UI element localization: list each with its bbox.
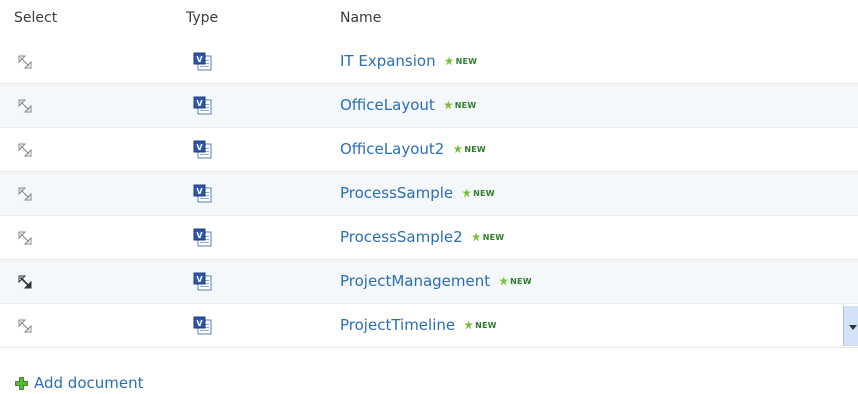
new-star-icon [444, 56, 454, 66]
table-row[interactable]: V ProcessSample2 NEW [0, 216, 858, 260]
document-list: V IT Expansion NEW V OfficeLayout NEW V Of… [0, 40, 858, 348]
new-badge-text: NEW [510, 276, 532, 286]
add-document-link[interactable]: Add document [15, 374, 144, 392]
table-row[interactable]: V OfficeLayout NEW [0, 84, 858, 128]
dropdown-arrow-icon [849, 325, 857, 330]
new-badge: NEW [464, 320, 497, 330]
table-row[interactable]: V ProcessSample NEW [0, 172, 858, 216]
document-name: OfficeLayout2 [340, 140, 445, 158]
document-name-link[interactable]: IT Expansion NEW [340, 52, 477, 70]
visio-document-icon[interactable]: V [193, 140, 212, 159]
new-badge: NEW [499, 276, 532, 286]
document-name: ProjectTimeline [340, 316, 456, 334]
new-star-icon [471, 232, 481, 242]
table-row[interactable]: V ProjectManagement NEW [0, 260, 858, 304]
document-name-link[interactable]: ProcessSample NEW [340, 184, 495, 202]
document-name-link[interactable]: OfficeLayout NEW [340, 96, 476, 114]
document-name: ProcessSample2 [340, 228, 463, 246]
new-badge: NEW [453, 144, 486, 154]
select-checkbox-icon[interactable] [18, 319, 32, 333]
visio-document-icon[interactable]: V [193, 272, 212, 291]
new-badge-text: NEW [473, 188, 495, 198]
visio-document-icon[interactable]: V [193, 96, 212, 115]
new-star-icon [462, 188, 472, 198]
document-name-link[interactable]: OfficeLayout2 NEW [340, 140, 486, 158]
svg-text:V: V [196, 143, 203, 152]
svg-text:V: V [196, 99, 203, 108]
new-star-icon [499, 276, 509, 286]
new-badge: NEW [444, 56, 478, 66]
document-name: ProcessSample [340, 184, 454, 202]
select-checkbox-icon[interactable] [18, 99, 32, 113]
select-checkbox-icon[interactable] [18, 187, 32, 201]
new-star-icon [464, 320, 474, 330]
new-star-icon [453, 144, 463, 154]
add-document-label: Add document [34, 374, 144, 392]
svg-text:V: V [196, 319, 203, 328]
new-badge: NEW [462, 188, 495, 198]
document-name-link[interactable]: ProcessSample2 NEW [340, 228, 504, 246]
document-name: ProjectManagement [340, 272, 491, 290]
document-name: IT Expansion [340, 52, 436, 70]
table-row[interactable]: V ProjectTimeline NEW [0, 304, 858, 348]
new-badge-text: NEW [464, 144, 486, 154]
select-checkbox-icon[interactable] [18, 275, 32, 289]
svg-text:V: V [196, 231, 203, 240]
new-badge-text: NEW [482, 232, 505, 242]
visio-document-icon[interactable]: V [193, 52, 212, 71]
table-row[interactable]: V OfficeLayout2 NEW [0, 128, 858, 172]
new-badge-text: NEW [455, 56, 478, 66]
select-checkbox-icon[interactable] [18, 55, 32, 69]
visio-document-icon[interactable]: V [193, 184, 212, 203]
new-badge-text: NEW [454, 100, 477, 110]
column-header-name[interactable]: Name [340, 10, 381, 26]
new-badge: NEW [471, 232, 505, 242]
document-name-link[interactable]: ProjectTimeline NEW [340, 316, 497, 334]
select-checkbox-icon[interactable] [18, 231, 32, 245]
document-name: OfficeLayout [340, 96, 435, 114]
table-row[interactable]: V IT Expansion NEW [0, 40, 858, 84]
svg-text:V: V [196, 275, 203, 284]
new-badge: NEW [443, 100, 477, 110]
svg-text:V: V [196, 55, 203, 64]
column-header-select[interactable]: Select [14, 10, 57, 26]
green-plus-icon [15, 376, 28, 390]
select-checkbox-icon[interactable] [18, 143, 32, 157]
visio-document-icon[interactable]: V [193, 316, 212, 335]
list-header: Select Type Name [0, 0, 858, 40]
item-menu-button[interactable] [843, 306, 858, 346]
new-badge-text: NEW [475, 320, 497, 330]
document-name-link[interactable]: ProjectManagement NEW [340, 272, 532, 290]
svg-text:V: V [196, 187, 203, 196]
new-star-icon [443, 100, 453, 110]
visio-document-icon[interactable]: V [193, 228, 212, 247]
column-header-type[interactable]: Type [186, 10, 218, 26]
